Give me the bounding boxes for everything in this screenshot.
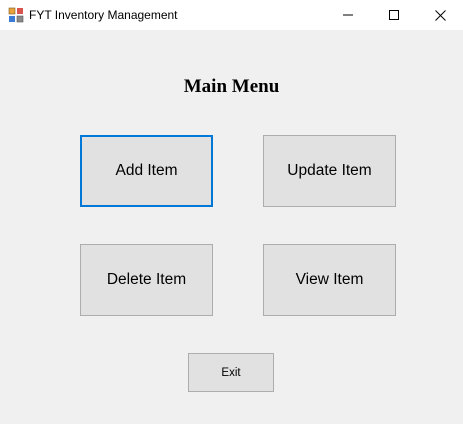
maximize-icon	[389, 10, 399, 20]
view-item-button[interactable]: View Item	[263, 244, 396, 316]
add-item-button[interactable]: Add Item	[80, 135, 213, 207]
maximize-button[interactable]	[371, 0, 417, 30]
update-item-button[interactable]: Update Item	[263, 135, 396, 207]
close-icon	[434, 9, 446, 21]
delete-item-button[interactable]: Delete Item	[80, 244, 213, 316]
close-button[interactable]	[417, 0, 463, 30]
window-title: FYT Inventory Management	[29, 8, 178, 22]
exit-button[interactable]: Exit	[188, 353, 274, 392]
app-grid-icon	[8, 7, 24, 23]
minimize-button[interactable]	[325, 0, 371, 30]
main-menu-heading: Main Menu	[183, 76, 280, 97]
title-bar[interactable]: FYT Inventory Management	[0, 0, 463, 30]
app-window: FYT Inventory Management Main Menu Add I…	[0, 0, 463, 424]
minimize-icon	[343, 10, 353, 20]
